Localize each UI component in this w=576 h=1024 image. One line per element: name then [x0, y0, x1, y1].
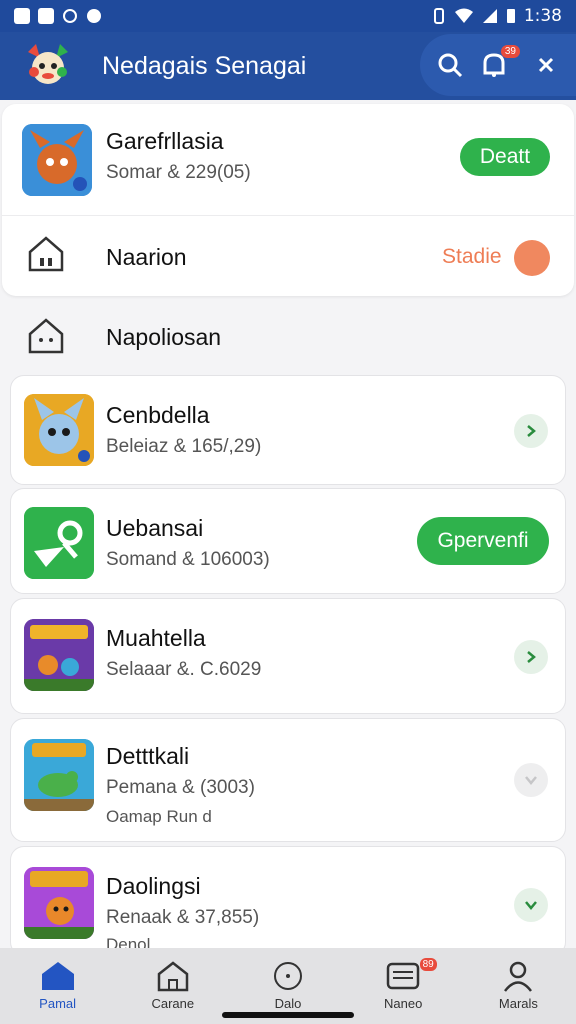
- chevron-down-icon: [525, 776, 537, 785]
- vibrate-icon: [433, 8, 444, 24]
- battery-icon: [506, 9, 515, 23]
- featured-app-thumbnail[interactable]: [22, 124, 92, 196]
- app-thumbnail-4: [24, 739, 94, 811]
- app-action-button-2[interactable]: Gpervenfi: [417, 517, 549, 565]
- nav-label-discover: Dalo: [274, 996, 302, 1011]
- app-expand-button-4[interactable]: [514, 763, 548, 797]
- gallery-icon: [14, 8, 30, 24]
- app-thumbnail-5: [24, 867, 94, 939]
- app-thumbnail-2: [24, 507, 94, 579]
- featured-action-button[interactable]: Deatt: [460, 138, 550, 176]
- notification-icon: [38, 8, 54, 24]
- close-icon: [538, 57, 554, 73]
- status-time: 1:38: [523, 6, 562, 26]
- plane-app-icon: [24, 507, 94, 579]
- nav-label-home: Pamal: [39, 996, 77, 1011]
- featured-title: Garefrllasia: [106, 128, 224, 154]
- nav-item-profile[interactable]: Marals: [461, 948, 576, 1024]
- signal-icon: [482, 9, 497, 23]
- circle-icon: [274, 962, 302, 990]
- app-title-2: Uebansai: [106, 515, 204, 541]
- section1-label: Naarion: [106, 244, 187, 270]
- app-card-2[interactable]: Uebansai Somand & 106003) Gpervenfi: [10, 488, 566, 594]
- nav-item-games[interactable]: Carane: [115, 948, 230, 1024]
- nav-messages-badge: 89: [419, 958, 437, 971]
- nav-label-games: Carane: [151, 996, 195, 1011]
- notification-badge: 39: [500, 45, 520, 58]
- divider: [2, 215, 574, 216]
- nav-item-home[interactable]: Pamal: [0, 948, 115, 1024]
- close-button[interactable]: [526, 45, 566, 85]
- home-section-icon: [28, 236, 64, 272]
- app-title-4: Detttkali: [106, 743, 190, 769]
- notifications-button[interactable]: 39: [474, 45, 520, 85]
- house-outline-icon: [157, 961, 189, 992]
- section1-action[interactable]: Stadie: [442, 245, 502, 269]
- app-title-3: Muahtella: [106, 625, 206, 651]
- app-title: Nedagais Senagai: [102, 51, 307, 80]
- status-bar: 1:38: [0, 0, 576, 32]
- app-thumbnail-1: [24, 394, 94, 466]
- app-subtitle-2: Somand & 106003): [106, 549, 270, 570]
- status-right-icons: 1:38: [432, 6, 562, 26]
- featured-subtitle: Somar & 229(05): [106, 162, 251, 183]
- wifi-icon: [454, 8, 473, 23]
- chevron-right-icon: [527, 425, 536, 437]
- sync-icon: [63, 9, 77, 23]
- chat-icon: [87, 9, 101, 23]
- fox-game-icon: [22, 124, 92, 196]
- featured-card: Garefrllasia Somar & 229(05) Deatt Naari…: [2, 104, 574, 296]
- wolf-game-icon: [24, 394, 94, 466]
- nav-label-messages: Naneo: [384, 996, 423, 1011]
- user-icon: [504, 961, 533, 992]
- app-title-5: Daolingsi: [106, 873, 201, 899]
- header-actions: 39: [420, 34, 576, 96]
- app-extra-4: Oamap Run d: [106, 807, 212, 826]
- adventure-game-icon: [24, 619, 94, 691]
- app-card-1[interactable]: Cenbdella Beleiaz & 165/,29): [10, 375, 566, 485]
- app-title-1: Cenbdella: [106, 402, 210, 428]
- search-icon: [438, 53, 463, 78]
- app-subtitle-1: Beleiaz & 165/,29): [106, 436, 262, 457]
- inbox-icon: [386, 962, 420, 990]
- section2-label: Napoliosan: [106, 324, 222, 350]
- status-left-icons: [14, 8, 102, 24]
- app-open-button-3[interactable]: [514, 640, 548, 674]
- app-thumbnail-3: [24, 619, 94, 691]
- app-expand-button-5[interactable]: [514, 888, 548, 922]
- app-card-5[interactable]: Daolingsi Renaak & 37,855) Denol: [10, 846, 566, 956]
- hero-game-icon: [24, 867, 94, 939]
- dragon-game-icon: [24, 739, 94, 811]
- nav-label-profile: Marals: [498, 996, 538, 1011]
- home-indicator[interactable]: [222, 1012, 354, 1018]
- home-icon: [41, 962, 74, 990]
- app-subtitle-5: Renaak & 37,855): [106, 907, 260, 928]
- chevron-right-icon: [527, 651, 536, 663]
- search-button[interactable]: [430, 45, 470, 85]
- app-card-3[interactable]: Muahtella Selaaar &. C.6029: [10, 598, 566, 714]
- app-logo[interactable]: [20, 38, 76, 94]
- chevron-down-icon: [525, 901, 537, 910]
- section2-house-icon: [28, 318, 64, 354]
- app-open-button-1[interactable]: [514, 414, 548, 448]
- nav-item-messages[interactable]: 89 Naneo: [346, 948, 461, 1024]
- app-bar: Nedagais Senagai 39: [0, 32, 576, 100]
- app-card-4[interactable]: Detttkali Pemana & (3003) Oamap Run d: [10, 718, 566, 842]
- app-subtitle-3: Selaaar &. C.6029: [106, 659, 262, 680]
- app-subtitle-4: Pemana & (3003): [106, 777, 255, 798]
- section1-toggle[interactable]: [514, 240, 550, 276]
